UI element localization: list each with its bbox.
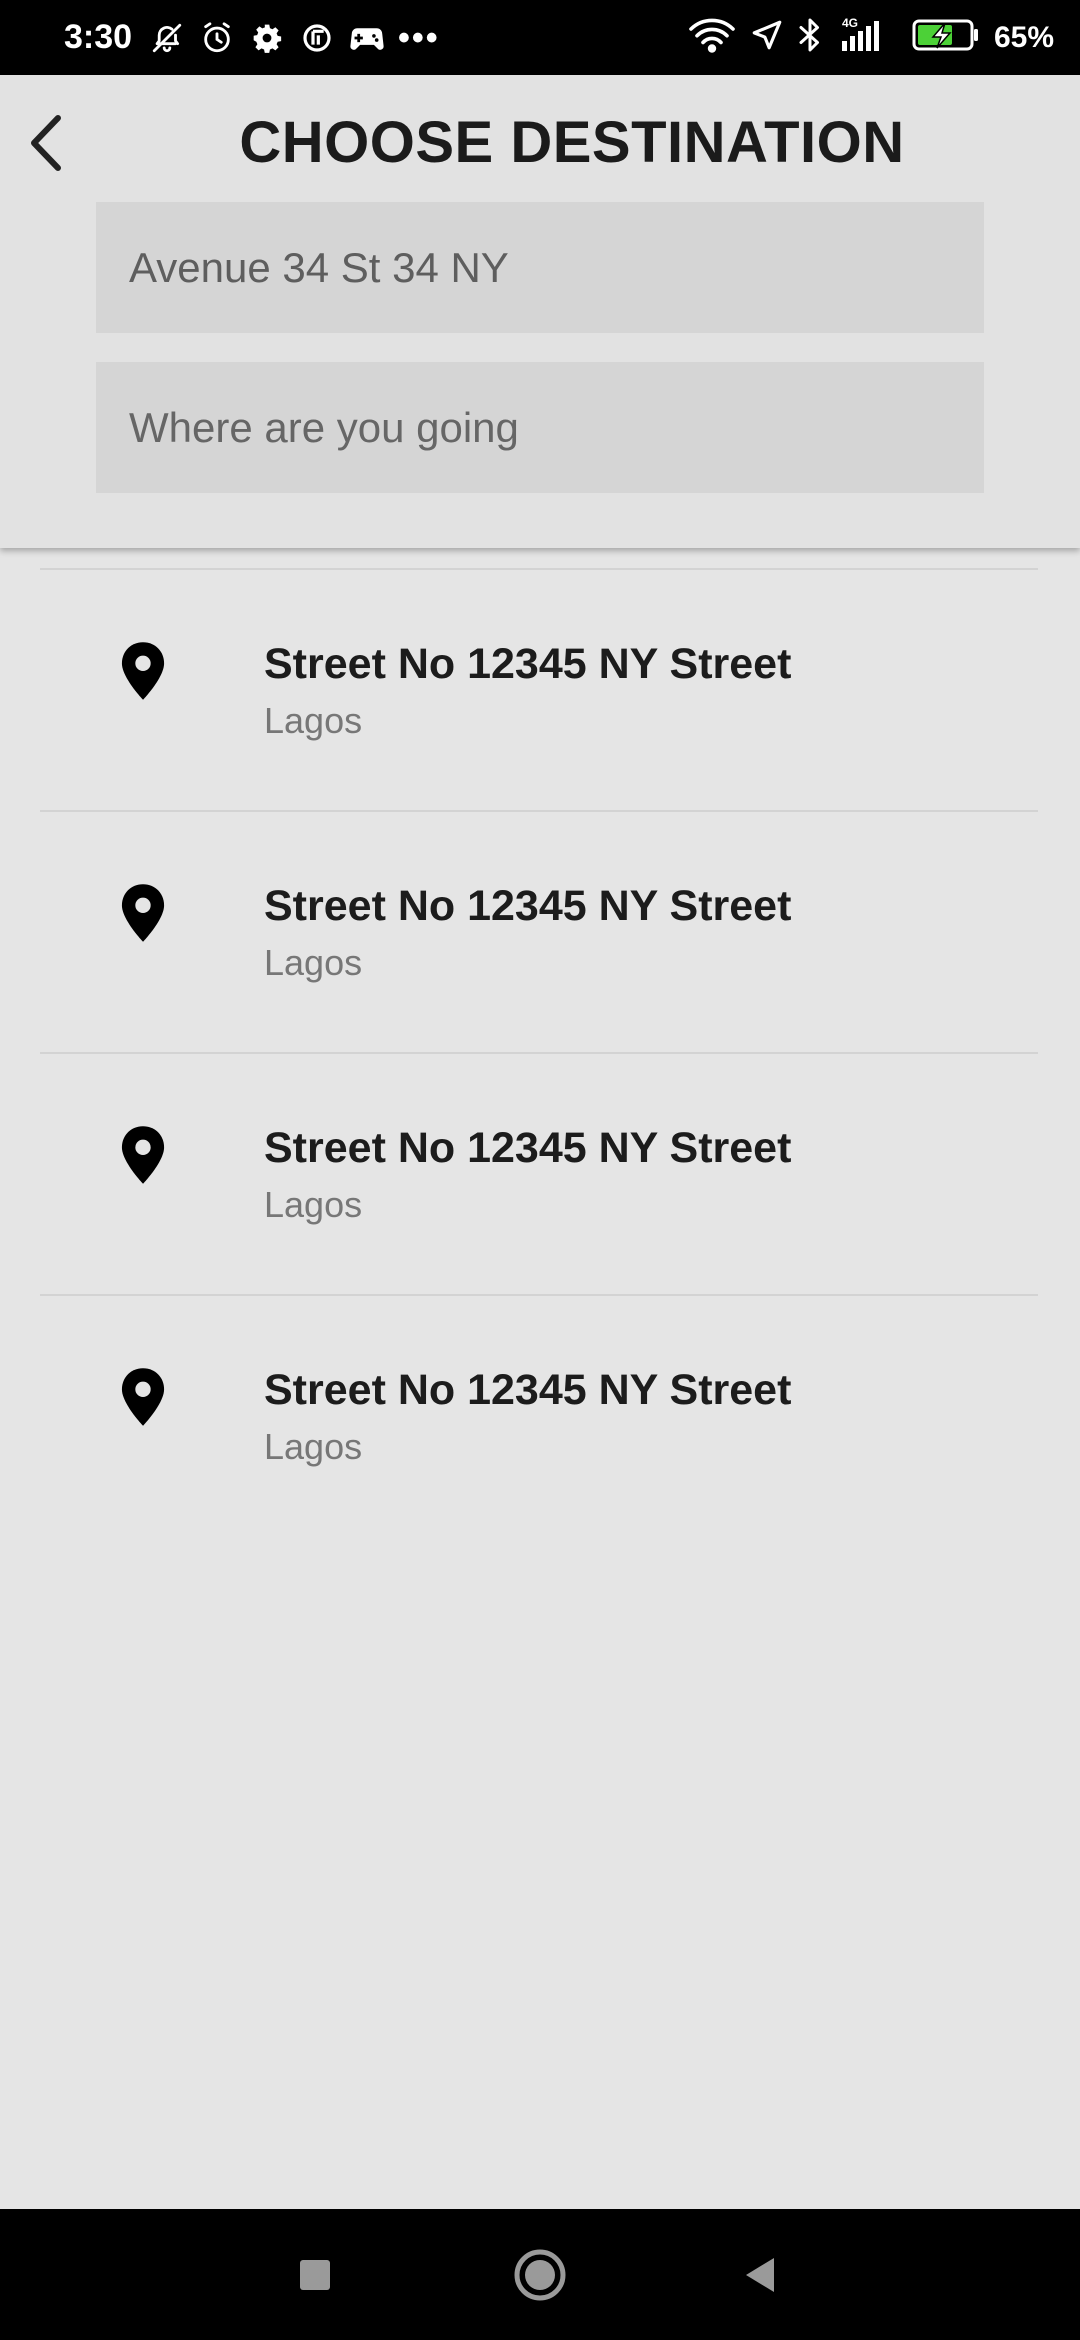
suggestion-subtitle: Lagos [264,942,363,983]
suggestion-title: Street No 12345 NY Street [264,1124,792,1172]
map-pin-icon [121,884,165,942]
bluetooth-icon [798,17,822,58]
suggestion-item[interactable]: Street No 12345 NY Street Lagos [40,812,1038,1054]
suggestion-list: Street No 12345 NY Street Lagos Street N… [40,568,1038,1536]
destination-input[interactable] [96,362,984,493]
map-pin-icon [121,1368,165,1426]
network-type-label: 4G [842,16,858,30]
suggestion-item[interactable]: Street No 12345 NY Street Lagos [40,570,1038,812]
bell-off-icon [148,19,186,57]
home-button[interactable] [505,2209,575,2340]
recents-button[interactable] [280,2209,350,2340]
origin-input[interactable] [96,202,984,333]
status-left-icons: ••• [148,0,440,75]
nav-back-button[interactable] [725,2209,795,2340]
battery-charging-icon [912,18,980,57]
news-icon [298,19,336,57]
signal-icon: 4G [836,15,898,60]
location-icon [750,18,784,57]
battery-percent: 65% [993,20,1054,54]
wifi-icon [688,17,736,58]
suggestion-subtitle: Lagos [264,1426,363,1467]
suggestion-subtitle: Lagos [264,1184,363,1225]
overflow-icon: ••• [398,18,440,57]
home-icon [514,2249,566,2300]
suggestion-item[interactable]: Street No 12345 NY Street Lagos [40,1296,1038,1536]
alarm-icon [198,19,236,57]
map-pin-icon [121,642,165,700]
page-title: CHOOSE DESTINATION [239,110,905,175]
status-time: 3:30 [64,18,133,56]
suggestion-subtitle: Lagos [264,700,363,741]
suggestion-title: Street No 12345 NY Street [264,1366,792,1414]
game-icon [348,19,386,57]
gear-icon [248,19,286,57]
back-icon [746,2257,774,2292]
status-right-icons: 4G 65% [688,0,1054,75]
suggestion-item[interactable]: Street No 12345 NY Street Lagos [40,1054,1038,1296]
status-bar: 3:30 ••• 4G 65% [0,0,1080,75]
destination-header: CHOOSE DESTINATION [0,75,1080,548]
system-nav-bar [0,2209,1080,2340]
recents-icon [300,2259,330,2290]
map-pin-icon [121,1126,165,1184]
suggestion-title: Street No 12345 NY Street [264,640,792,688]
suggestion-title: Street No 12345 NY Street [264,882,792,930]
